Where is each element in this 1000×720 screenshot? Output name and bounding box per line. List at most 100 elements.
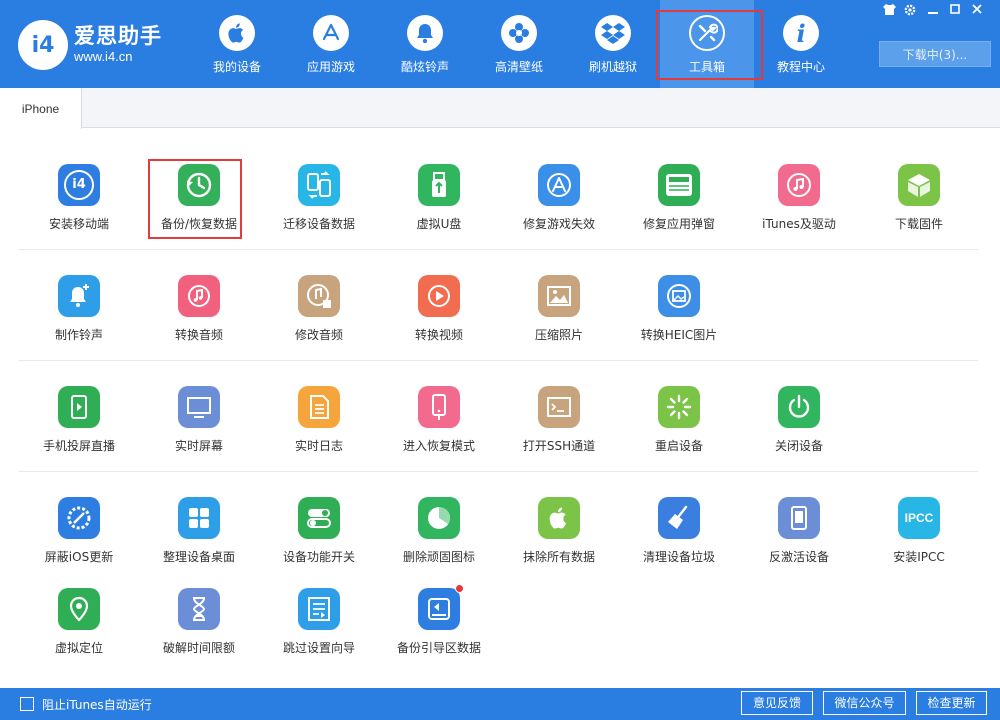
tool-live-log[interactable]: 实时日志 [259, 378, 379, 478]
tool-label: 备份/恢复数据 [160, 217, 238, 231]
tool-live-screen[interactable]: 实时屏幕 [139, 378, 259, 478]
tool-install-ipcc[interactable]: IPCC 安装IPCC [859, 489, 979, 589]
nav-ringtones[interactable]: 酷炫铃声 [378, 0, 472, 88]
tool-convert-heic[interactable]: 转换HEIC图片 [619, 267, 739, 367]
tool-delete-icons[interactable]: 删除顽固图标 [379, 489, 499, 589]
logo-mark: i4 [18, 20, 68, 70]
pie-icon [418, 497, 460, 539]
tool-convert-video[interactable]: 转换视频 [379, 267, 499, 367]
info-icon: i [783, 15, 819, 51]
music-convert-icon [178, 275, 220, 317]
tool-virtual-location[interactable]: 虚拟定位 [19, 580, 139, 680]
maximize-icon[interactable] [946, 4, 964, 18]
tool-label: 清理设备垃圾 [642, 550, 715, 564]
tool-organize-desktop[interactable]: 整理设备桌面 [139, 489, 259, 589]
download-status-button[interactable]: 下载中(3)... [879, 41, 991, 67]
dropbox-icon [595, 15, 631, 51]
tool-download-firmware[interactable]: 下载固件 [859, 156, 979, 256]
notification-badge [455, 584, 464, 593]
nav-apps-games[interactable]: 应用游戏 [284, 0, 378, 88]
tool-repair-popup[interactable]: 修复应用弹窗 [619, 156, 739, 256]
tool-label: 实时屏幕 [174, 439, 223, 453]
tool-repair-games[interactable]: 修复游戏失效 [499, 156, 619, 256]
tool-install-mobile[interactable]: i4 安装移动端 [19, 156, 139, 256]
block-update-icon [58, 497, 100, 539]
toolbox-grid: i4 安装移动端 备份/恢复数据 迁移设备数据 虚拟U盘 修复游戏失效 修复应用… [0, 128, 1000, 688]
tool-label: 反激活设备 [768, 550, 829, 564]
tab-iphone[interactable]: iPhone [0, 88, 82, 129]
tool-label: 虚拟定位 [54, 641, 103, 655]
terminal-icon [538, 386, 580, 428]
nav-wallpapers[interactable]: 高清壁纸 [472, 0, 566, 88]
tool-restart-device[interactable]: 重启设备 [619, 378, 739, 478]
screen-cast-icon [58, 386, 100, 428]
tool-label: 抹除所有数据 [522, 550, 595, 564]
tool-open-ssh[interactable]: 打开SSH通道 [499, 378, 619, 478]
tool-label: 进入恢复模式 [402, 439, 475, 453]
block-itunes-checkbox[interactable] [20, 697, 34, 711]
apple-icon [219, 15, 255, 51]
tool-deactivate-device[interactable]: 反激活设备 [739, 489, 859, 589]
nav-toolbox[interactable]: 工具箱 [660, 0, 754, 88]
tool-make-ringtone[interactable]: 制作铃声 [19, 267, 139, 367]
tool-backup-bootloader[interactable]: 备份引导区数据 [379, 580, 499, 680]
tool-itunes-driver[interactable]: iTunes及驱动 [739, 156, 859, 256]
tool-shutdown-device[interactable]: 关闭设备 [739, 378, 859, 478]
tool-screen-time[interactable]: 破解时间限额 [139, 580, 259, 680]
toggle-icon [298, 497, 340, 539]
tool-label: 整理设备桌面 [162, 550, 235, 564]
close-icon[interactable] [968, 4, 986, 18]
tool-backup-restore[interactable]: 备份/恢复数据 [139, 156, 259, 256]
tool-migrate-data[interactable]: 迁移设备数据 [259, 156, 379, 256]
minimize-icon[interactable] [924, 4, 942, 18]
check-update-button[interactable]: 检查更新 [916, 691, 987, 715]
tool-label: 修改音频 [294, 328, 343, 342]
nav-tutorials[interactable]: i 教程中心 [754, 0, 848, 88]
heic-icon [658, 275, 700, 317]
tool-erase-all-data[interactable]: 抹除所有数据 [499, 489, 619, 589]
tool-label: 制作铃声 [54, 328, 103, 342]
music-edit-icon [298, 275, 340, 317]
app-store-icon [313, 15, 349, 51]
tool-virtual-udisk[interactable]: 虚拟U盘 [379, 156, 499, 256]
row-divider [18, 360, 978, 361]
tool-recovery-mode[interactable]: 进入恢复模式 [379, 378, 499, 478]
tool-label: 手机投屏直播 [42, 439, 115, 453]
tool-label: 转换HEIC图片 [640, 328, 718, 342]
wechat-button[interactable]: 微信公众号 [823, 691, 906, 715]
tool-label: 屏蔽iOS更新 [44, 550, 114, 564]
recovery-phone-icon [418, 386, 460, 428]
nav-my-device[interactable]: 我的设备 [190, 0, 284, 88]
tool-skip-setup[interactable]: 跳过设置向导 [259, 580, 379, 680]
broom-icon [658, 497, 700, 539]
feedback-button[interactable]: 意见反馈 [741, 691, 813, 715]
tool-label: 转换音频 [174, 328, 223, 342]
app-store-repair-icon [538, 164, 580, 206]
i4-icon: i4 [58, 164, 100, 206]
device-tab-bar: iPhone [0, 88, 1000, 129]
tool-label: 修复应用弹窗 [642, 217, 715, 231]
tool-screen-cast[interactable]: 手机投屏直播 [19, 378, 139, 478]
tool-label: 安装移动端 [48, 217, 109, 231]
top-header: i4 爱思助手 www.i4.cn 我的设备 应用游戏 酷炫铃声 高清壁纸 刷机… [0, 0, 1000, 88]
tool-compress-photo[interactable]: 压缩照片 [499, 267, 619, 367]
tool-edit-audio[interactable]: 修改音频 [259, 267, 379, 367]
shirt-icon[interactable] [880, 4, 898, 18]
app-logo: i4 爱思助手 www.i4.cn [18, 20, 162, 70]
tool-label: 打开SSH通道 [522, 439, 596, 453]
ipcc-icon-text: IPCC [904, 511, 934, 525]
nav-flash-jailbreak[interactable]: 刷机越狱 [566, 0, 660, 88]
nav-label: 工具箱 [688, 60, 725, 74]
backup-clock-icon [178, 164, 220, 206]
tool-block-ios-update[interactable]: 屏蔽iOS更新 [19, 489, 139, 589]
tool-convert-audio[interactable]: 转换音频 [139, 267, 259, 367]
tool-label: 关闭设备 [774, 439, 823, 453]
nav-label: 刷机越狱 [588, 60, 637, 74]
tool-feature-toggles[interactable]: 设备功能开关 [259, 489, 379, 589]
gear-icon[interactable] [901, 4, 919, 18]
photo-icon [538, 275, 580, 317]
tool-clean-junk[interactable]: 清理设备垃圾 [619, 489, 739, 589]
nav-label: 酷炫铃声 [400, 60, 449, 74]
nav-label: 我的设备 [212, 60, 261, 74]
row-divider [18, 471, 978, 472]
